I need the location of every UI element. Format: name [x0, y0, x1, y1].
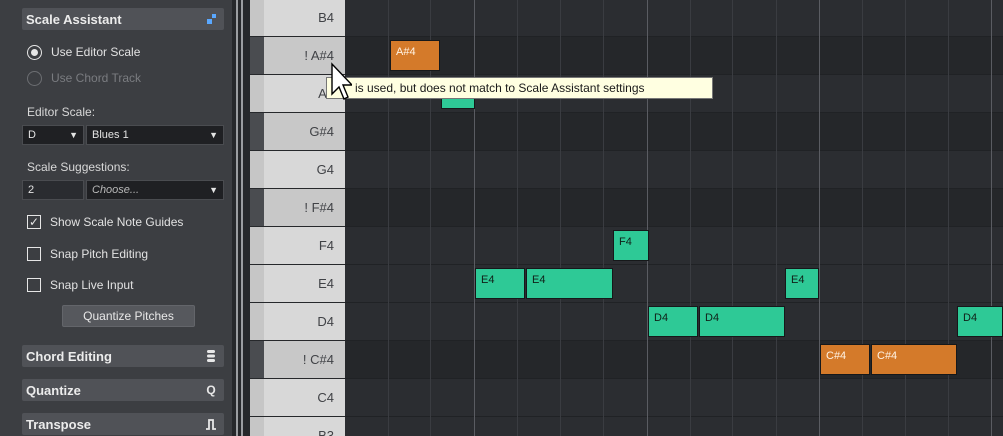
piano-key-label: ! A#4 — [304, 48, 334, 63]
key-editor-grid[interactable]: A#4A4F4E4E4E4D4D4D4C#4C#4 — [345, 0, 1003, 436]
scale-suggestions-placeholder: Choose... — [92, 184, 140, 196]
quantize-header[interactable]: Quantize Q — [22, 379, 224, 401]
grid-line — [732, 0, 733, 436]
scale-type-select[interactable]: Blues 1 ▼ — [86, 125, 224, 145]
midi-note[interactable]: D4 — [648, 306, 698, 337]
panel-splitter[interactable] — [232, 0, 246, 436]
note-icon — [204, 12, 218, 26]
grid-line — [991, 0, 992, 436]
scale-assistant-title: Scale Assistant — [26, 11, 122, 27]
inspector-panel: Scale Assistant Use Editor Scale Use Cho… — [0, 0, 232, 436]
chord-editing-header[interactable]: Chord Editing — [22, 345, 224, 367]
snap-pitch-editing-label: Snap Pitch Editing — [50, 247, 149, 261]
transpose-header[interactable]: Transpose — [22, 413, 224, 435]
grid-line — [690, 0, 691, 436]
quantize-pitches-button[interactable]: Quantize Pitches — [62, 305, 195, 327]
mouse-pointer-icon — [330, 62, 354, 109]
midi-note[interactable]: F4 — [613, 230, 649, 261]
checkbox-checked-icon: ✓ — [27, 215, 41, 229]
scale-root-select[interactable]: D ▼ — [22, 125, 84, 145]
chord-editing-title: Chord Editing — [26, 348, 112, 364]
grid-line — [776, 0, 777, 436]
quantize-title: Quantize — [26, 382, 81, 398]
grid-line — [474, 0, 475, 436]
checkbox-unchecked-icon — [27, 247, 41, 261]
scale-assistant-header[interactable]: Scale Assistant — [22, 8, 224, 30]
piano-key[interactable]: F4 — [250, 227, 345, 264]
piano-key[interactable]: B4 — [250, 0, 345, 36]
snap-pitch-editing-checkbox[interactable]: Snap Pitch Editing — [27, 244, 148, 264]
use-chord-track-radio[interactable]: Use Chord Track — [27, 68, 141, 88]
piano-key-label: E4 — [318, 276, 334, 291]
piano-key[interactable]: ! F#4 — [250, 189, 345, 226]
suggestions-count: 2 — [22, 180, 84, 200]
tooltip: is used, but does not match to Scale Ass… — [326, 77, 713, 99]
snap-live-input-checkbox[interactable]: Snap Live Input — [27, 275, 133, 295]
tooltip-text: is used, but does not match to Scale Ass… — [355, 81, 645, 95]
piano-key[interactable]: C4 — [250, 379, 345, 416]
transpose-icon — [204, 417, 218, 431]
dropdown-arrow-icon: ▼ — [209, 130, 218, 140]
grid-line — [560, 0, 561, 436]
grid-line — [388, 0, 389, 436]
radio-unselected-icon — [27, 70, 42, 86]
midi-note[interactable]: E4 — [526, 268, 613, 299]
piano-key[interactable]: B3 — [250, 417, 345, 436]
piano-key-label: G#4 — [309, 124, 334, 139]
use-chord-track-label: Use Chord Track — [51, 71, 142, 85]
piano-key-label: G4 — [316, 162, 334, 177]
transpose-title: Transpose — [26, 416, 92, 432]
piano-key-label: ! F#4 — [304, 200, 334, 215]
piano-key-label: D4 — [317, 314, 334, 329]
dropdown-arrow-icon: ▼ — [69, 130, 78, 140]
editor-scale-label: Editor Scale: — [27, 105, 96, 119]
scale-suggestions-select[interactable]: Choose... ▼ — [86, 180, 224, 200]
checkbox-unchecked-icon — [27, 278, 41, 292]
midi-note[interactable]: E4 — [475, 268, 525, 299]
snap-live-input-label: Snap Live Input — [50, 278, 134, 292]
use-editor-scale-radio[interactable]: Use Editor Scale — [27, 42, 140, 62]
suggestions-count-value: 2 — [28, 184, 35, 196]
midi-note[interactable]: E4 — [785, 268, 819, 299]
grid-line — [603, 0, 604, 436]
scale-suggestions-label: Scale Suggestions: — [27, 160, 130, 174]
show-scale-note-guides-label: Show Scale Note Guides — [50, 215, 184, 229]
piano-key[interactable]: G4 — [250, 151, 345, 188]
midi-note-out-of-scale[interactable]: C#4 — [820, 344, 870, 375]
piano-key[interactable]: G#4 — [250, 113, 345, 150]
midi-note-out-of-scale[interactable]: A#4 — [390, 40, 440, 71]
piano-key-label: B4 — [318, 10, 334, 25]
show-scale-note-guides-checkbox[interactable]: ✓ Show Scale Note Guides — [27, 212, 183, 232]
piano-key-label: F4 — [318, 238, 334, 253]
piano-key-label: B3 — [318, 428, 334, 436]
use-editor-scale-label: Use Editor Scale — [51, 45, 141, 59]
midi-note-out-of-scale[interactable]: C#4 — [871, 344, 957, 375]
midi-note[interactable]: D4 — [957, 306, 1003, 337]
piano-key-label: C4 — [317, 390, 334, 405]
scale-root-value: D — [28, 129, 36, 141]
grid-line — [517, 0, 518, 436]
dropdown-arrow-icon: ▼ — [209, 185, 218, 195]
piano-key[interactable]: D4 — [250, 303, 345, 340]
quantize-q-icon: Q — [206, 383, 216, 397]
piano-key[interactable]: ! C#4 — [250, 341, 345, 378]
grid-line — [647, 0, 648, 436]
radio-selected-icon — [27, 44, 42, 60]
piano-key-label: ! C#4 — [302, 352, 334, 367]
scale-type-value: Blues 1 — [92, 129, 129, 141]
midi-note[interactable]: D4 — [699, 306, 785, 337]
piano-key[interactable]: E4 — [250, 265, 345, 302]
chord-stack-icon — [204, 349, 218, 363]
